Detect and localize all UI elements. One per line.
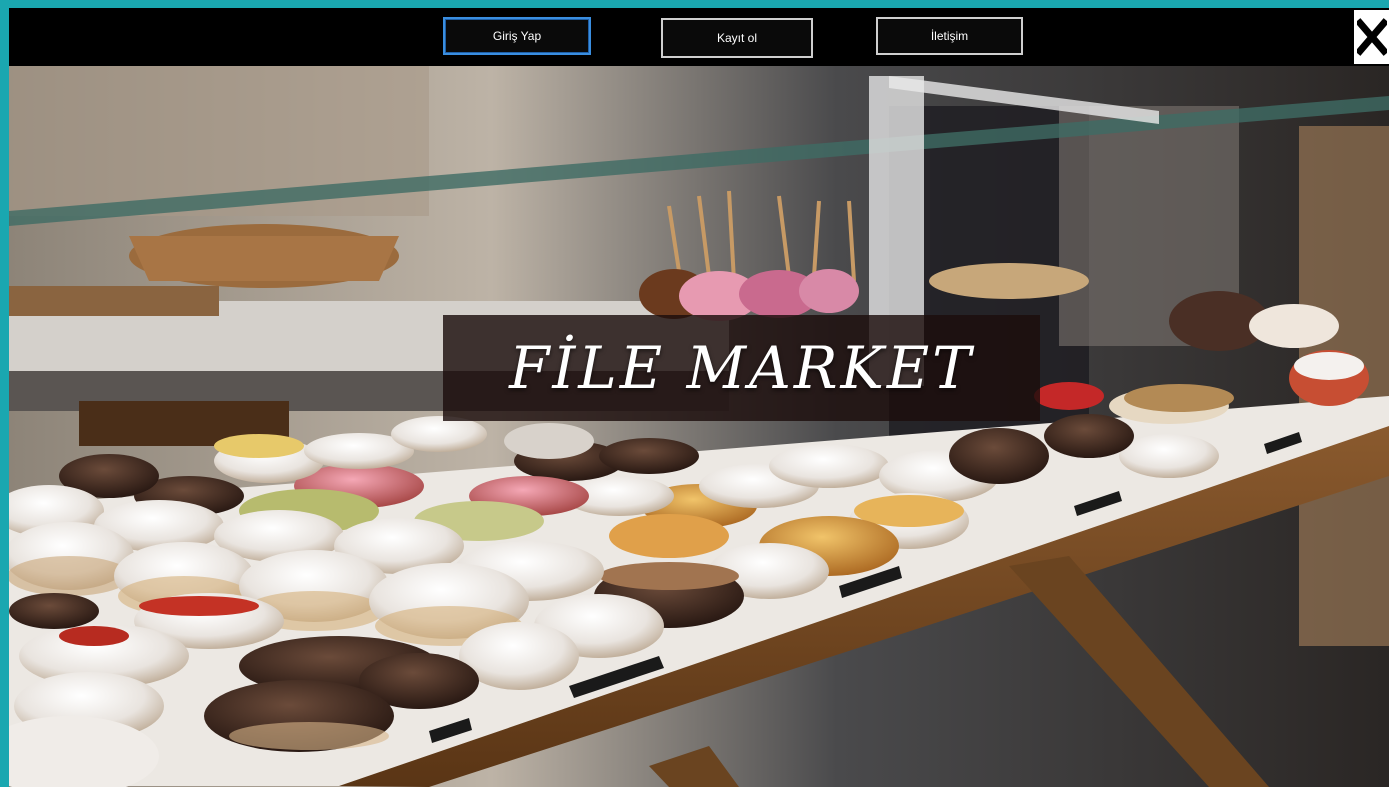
top-nav-bar: Giriş Yap Kayıt ol İletişim	[9, 8, 1389, 66]
login-button[interactable]: Giriş Yap	[443, 17, 591, 55]
app-window: Giriş Yap Kayıt ol İletişim FİLE MARKET	[9, 8, 1389, 787]
brand-title: FİLE MARKET	[509, 334, 974, 402]
close-button[interactable]	[1354, 10, 1389, 64]
close-icon	[1356, 18, 1387, 56]
bakery-background-image: FİLE MARKET	[9, 66, 1389, 787]
contact-button[interactable]: İletişim	[876, 17, 1023, 55]
register-button[interactable]: Kayıt ol	[661, 18, 813, 58]
brand-banner: FİLE MARKET	[443, 315, 1040, 421]
